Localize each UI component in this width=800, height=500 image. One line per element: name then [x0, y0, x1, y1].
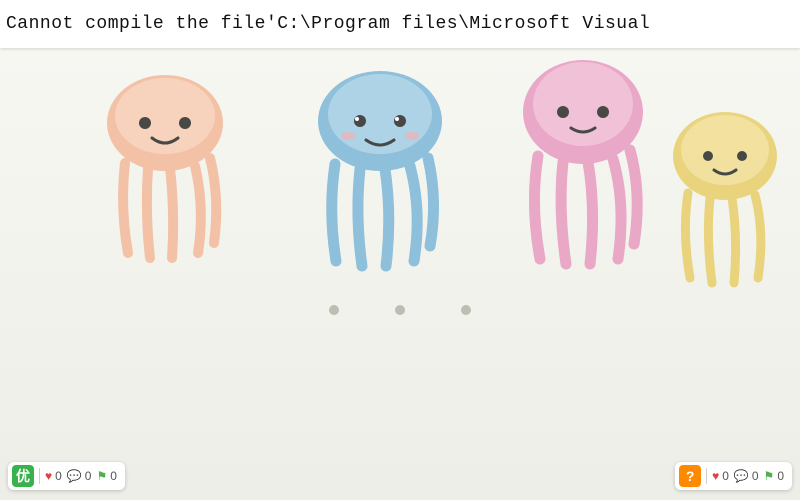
comments-count: 0 [85, 469, 92, 483]
bubble-icon: 💬 [67, 469, 82, 483]
flag-icon: ⚑ [96, 469, 107, 483]
flags-stat: ⚑ 0 [96, 469, 116, 483]
jellyfish-pink-icon [508, 54, 658, 274]
bubble-icon: 💬 [734, 469, 749, 483]
comments-stat: 💬 0 [67, 469, 92, 483]
divider-icon [706, 468, 707, 484]
header-bar: Cannot compile the file'C:\Program files… [0, 0, 800, 48]
heart-icon: ♥ [45, 469, 52, 483]
flags-stat: ⚑ 0 [764, 469, 784, 483]
likes-stat: ♥ 0 [45, 469, 62, 483]
dot-icon [329, 305, 339, 315]
error-path-text: Cannot compile the file'C:\Program files… [6, 14, 650, 34]
flags-count: 0 [110, 469, 117, 483]
dot-icon [395, 305, 405, 315]
jellyfish-yellow-icon [660, 108, 790, 288]
likes-stat: ♥ 0 [712, 469, 729, 483]
rating-badge-left[interactable]: 优 ♥ 0 💬 0 ⚑ 0 [8, 462, 125, 490]
likes-count: 0 [55, 469, 62, 483]
badge-icon-green: 优 [12, 465, 34, 487]
heart-icon: ♥ [712, 469, 719, 483]
badge-icon-orange: ? [679, 465, 701, 487]
divider-icon [39, 468, 40, 484]
pagination-dots [329, 305, 471, 315]
flag-icon: ⚑ [764, 469, 775, 483]
likes-count: 0 [722, 469, 729, 483]
rating-badge-right[interactable]: ? ♥ 0 💬 0 ⚑ 0 [675, 462, 792, 490]
jellyfish-peach-icon [90, 68, 240, 268]
flags-count: 0 [777, 469, 784, 483]
content-area: 优 ♥ 0 💬 0 ⚑ 0 ? ♥ 0 💬 0 ⚑ 0 [0, 48, 800, 500]
comments-count: 0 [752, 469, 759, 483]
dot-icon [461, 305, 471, 315]
jellyfish-blue-icon [300, 66, 460, 276]
comments-stat: 💬 0 [734, 469, 759, 483]
